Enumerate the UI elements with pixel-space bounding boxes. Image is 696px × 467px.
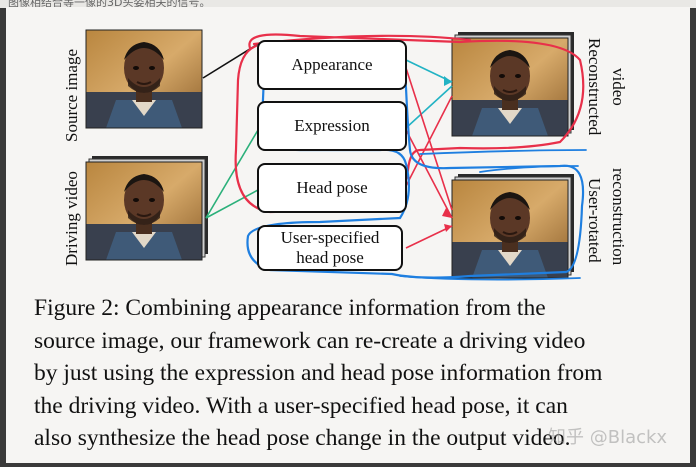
reconstructed-video-label-line2: video xyxy=(609,68,628,106)
watermark: 知乎 @Blackx xyxy=(548,427,668,448)
driving-video-label: Driving video xyxy=(62,171,81,266)
expression-box: Expression xyxy=(257,101,407,151)
caption-line: by just using the expression and head po… xyxy=(34,360,603,386)
head-pose-box: Head pose xyxy=(257,163,407,213)
caption-line: the driving video. With a user-specified… xyxy=(34,392,568,419)
user-specified-head-pose-box: User-specified head pose xyxy=(257,225,403,271)
appearance-box: Appearance xyxy=(257,40,407,90)
source-image-label: Source image xyxy=(62,49,81,142)
user-rotated-label-line1: User-rotated xyxy=(585,178,604,263)
screenshot: 图像相结合等一像的3D头姿相关的信号。 Appearance Expressio… xyxy=(0,0,696,467)
caption-line: Figure 2: Combining appearance informati… xyxy=(34,295,546,321)
user-rotated-frames xyxy=(452,174,574,278)
driving-video-frames xyxy=(86,156,208,260)
user-rotated-label-line2: reconstruction xyxy=(609,168,628,266)
source-image xyxy=(85,29,203,129)
reconstructed-video-label-line1: Reconstructed xyxy=(585,38,604,136)
caption-line: source image, our framework can re-creat… xyxy=(34,327,586,354)
